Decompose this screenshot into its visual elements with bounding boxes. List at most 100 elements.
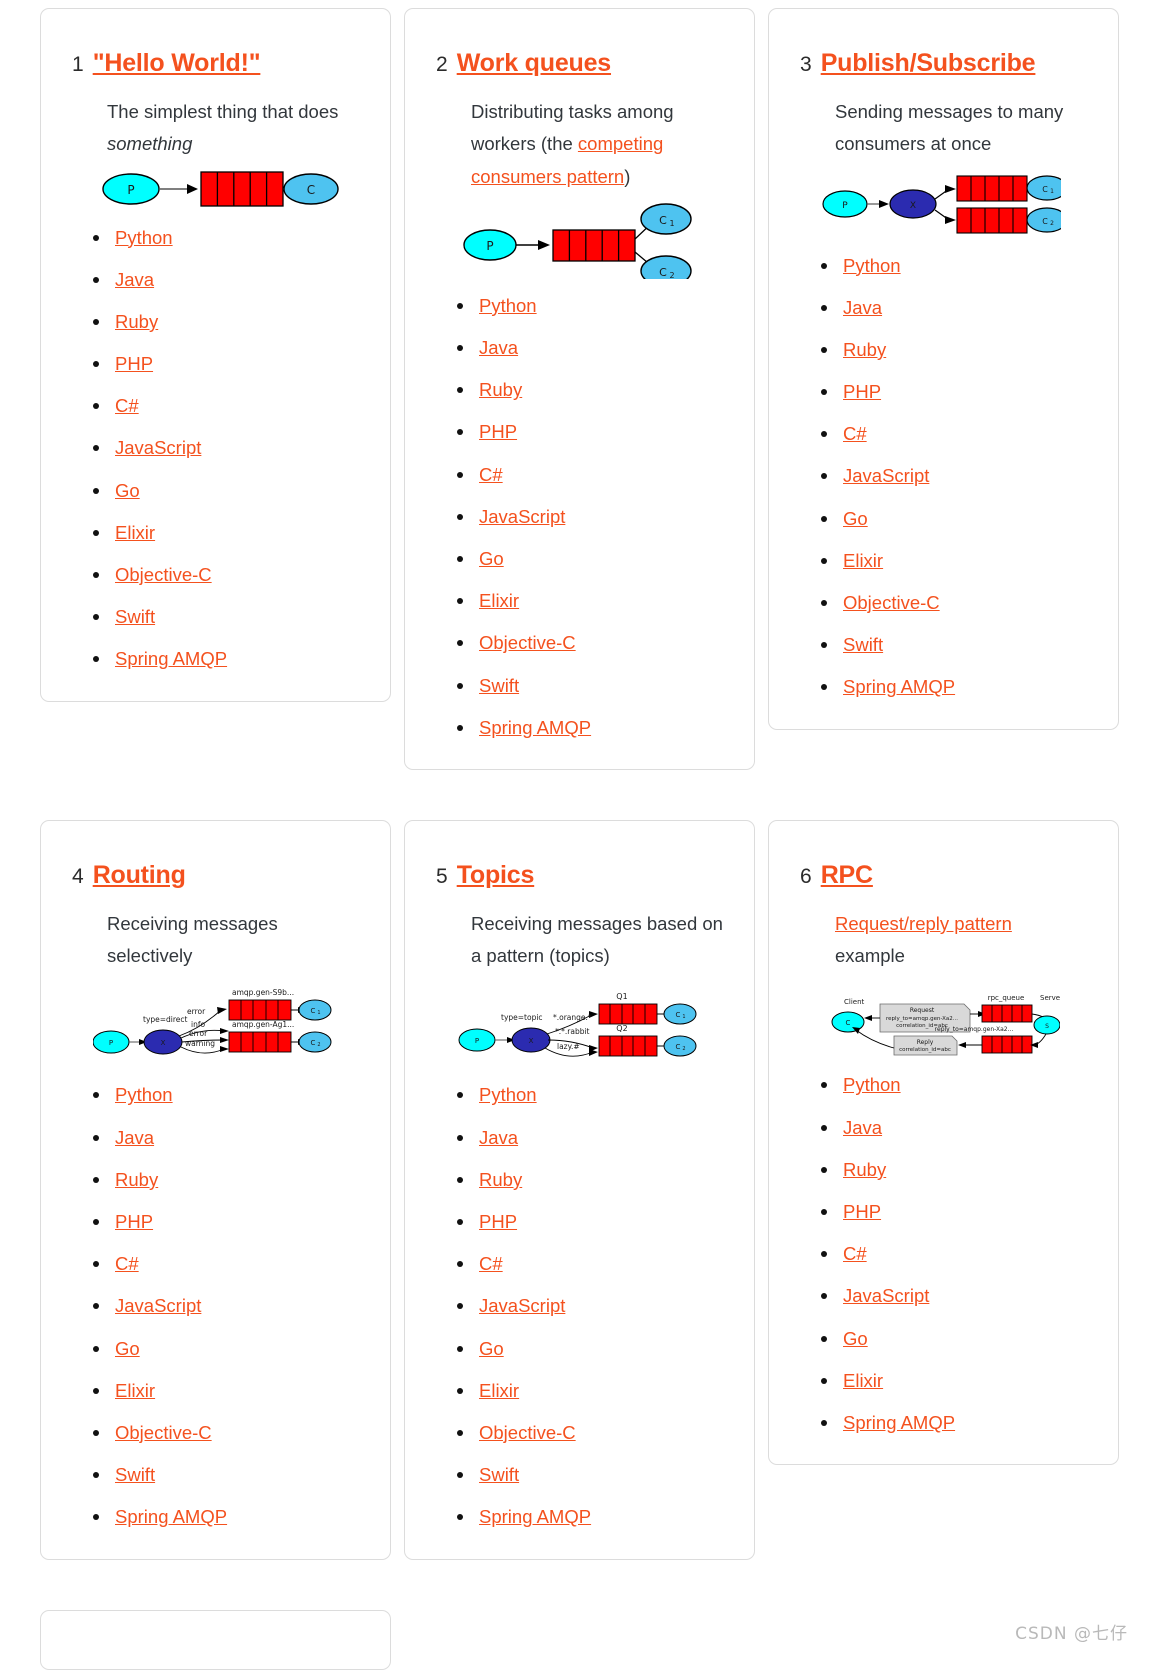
language-link-ruby[interactable]: Ruby	[843, 1159, 886, 1180]
language-link-swift[interactable]: Swift	[843, 634, 883, 655]
language-link-ruby[interactable]: Ruby	[115, 1169, 158, 1190]
language-link-swift[interactable]: Swift	[115, 1464, 155, 1485]
language-link-elixir[interactable]: Elixir	[843, 1370, 883, 1391]
card-title-link[interactable]: Work queues	[457, 49, 612, 78]
language-link-csharp[interactable]: C#	[843, 423, 867, 444]
list-item: Swift	[87, 1464, 366, 1486]
language-link-elixir[interactable]: Elixir	[479, 590, 519, 611]
language-link-spring-amqp[interactable]: Spring AMQP	[115, 1506, 227, 1527]
list-item: Java	[815, 297, 1094, 319]
language-link-objective-c[interactable]: Objective-C	[479, 1422, 576, 1443]
language-link-java[interactable]: Java	[479, 1127, 518, 1148]
language-link-ruby[interactable]: Ruby	[479, 1169, 522, 1190]
list-item: JavaScript	[87, 1295, 366, 1317]
card-title-link[interactable]: RPC	[821, 861, 873, 890]
card-title-link[interactable]: Publish/Subscribe	[821, 49, 1036, 78]
language-link-javascript[interactable]: JavaScript	[479, 506, 565, 527]
list-item: Python	[451, 295, 730, 317]
list-item: Ruby	[815, 1159, 1094, 1181]
language-link-swift[interactable]: Swift	[479, 1464, 519, 1485]
list-item: Ruby	[815, 339, 1094, 361]
language-link-go[interactable]: Go	[843, 1328, 868, 1349]
language-link-ruby[interactable]: Ruby	[479, 379, 522, 400]
language-link-ruby[interactable]: Ruby	[843, 339, 886, 360]
card-title-link[interactable]: Topics	[457, 861, 535, 890]
language-link-elixir[interactable]: Elixir	[115, 1380, 155, 1401]
queue-name-label: Q1	[616, 992, 627, 1001]
list-item: Go	[87, 480, 366, 502]
language-link-java[interactable]: Java	[479, 337, 518, 358]
client-label: Client	[844, 998, 865, 1006]
tutorial-card-rpc: 6 RPC Request/reply pattern example Clie…	[768, 819, 1119, 1466]
language-link-go[interactable]: Go	[843, 508, 868, 529]
list-item: C#	[451, 1253, 730, 1275]
svg-text:P: P	[127, 183, 134, 197]
card-title-link[interactable]: "Hello World!"	[93, 49, 261, 78]
list-item: Go	[815, 508, 1094, 530]
list-item: Elixir	[87, 1380, 366, 1402]
language-link-objective-c[interactable]: Objective-C	[479, 632, 576, 653]
language-link-php[interactable]: PHP	[115, 1211, 153, 1232]
language-link-java[interactable]: Java	[115, 269, 154, 290]
language-link-java[interactable]: Java	[115, 1127, 154, 1148]
language-link-csharp[interactable]: C#	[479, 464, 503, 485]
svg-text:*.*.rabbit: *.*.rabbit	[555, 1027, 590, 1036]
list-item: Elixir	[815, 550, 1094, 572]
language-link-php[interactable]: PHP	[843, 1201, 881, 1222]
language-link-python[interactable]: Python	[479, 1084, 537, 1105]
language-list: Python Java Ruby PHP C# JavaScript Go El…	[787, 1074, 1094, 1434]
list-item: Java	[451, 1127, 730, 1149]
tutorial-card-publish-subscribe: 3 Publish/Subscribe Sending messages to …	[768, 8, 1119, 730]
list-item: Go	[87, 1338, 366, 1360]
tutorial-card-grid: 1 "Hello World!" The simplest thing that…	[40, 8, 1123, 1670]
language-link-javascript[interactable]: JavaScript	[479, 1295, 565, 1316]
language-link-ruby[interactable]: Ruby	[115, 311, 158, 332]
request-reply-pattern-link[interactable]: Request/reply pattern	[835, 913, 1012, 934]
language-link-javascript[interactable]: JavaScript	[115, 1295, 201, 1316]
card-title-link[interactable]: Routing	[93, 861, 186, 890]
svg-text:2: 2	[669, 271, 674, 279]
language-link-go[interactable]: Go	[479, 1338, 504, 1359]
language-link-python[interactable]: Python	[479, 295, 537, 316]
language-link-csharp[interactable]: C#	[115, 395, 139, 416]
language-link-python[interactable]: Python	[115, 1084, 173, 1105]
language-link-csharp[interactable]: C#	[479, 1253, 503, 1274]
list-item: PHP	[451, 421, 730, 443]
list-item: Spring AMQP	[815, 1412, 1094, 1434]
language-link-php[interactable]: PHP	[479, 421, 517, 442]
language-link-javascript[interactable]: JavaScript	[843, 1285, 929, 1306]
language-link-objective-c[interactable]: Objective-C	[843, 592, 940, 613]
language-link-spring-amqp[interactable]: Spring AMQP	[843, 676, 955, 697]
language-link-objective-c[interactable]: Objective-C	[115, 564, 212, 585]
language-link-spring-amqp[interactable]: Spring AMQP	[843, 1412, 955, 1433]
language-link-php[interactable]: PHP	[115, 353, 153, 374]
language-link-go[interactable]: Go	[115, 1338, 140, 1359]
language-link-swift[interactable]: Swift	[479, 675, 519, 696]
language-link-java[interactable]: Java	[843, 1117, 882, 1138]
list-item: Swift	[815, 634, 1094, 656]
language-link-python[interactable]: Python	[115, 227, 173, 248]
language-link-elixir[interactable]: Elixir	[479, 1380, 519, 1401]
language-link-java[interactable]: Java	[843, 297, 882, 318]
language-link-spring-amqp[interactable]: Spring AMQP	[115, 648, 227, 669]
language-link-php[interactable]: PHP	[479, 1211, 517, 1232]
language-link-objective-c[interactable]: Objective-C	[115, 1422, 212, 1443]
language-link-go[interactable]: Go	[479, 548, 504, 569]
reply-to-label: reply_to=amqp.gen-Xa2...	[934, 1026, 1013, 1033]
language-link-php[interactable]: PHP	[843, 381, 881, 402]
list-item: PHP	[815, 381, 1094, 403]
language-link-python[interactable]: Python	[843, 1074, 901, 1095]
language-link-python[interactable]: Python	[843, 255, 901, 276]
language-link-go[interactable]: Go	[115, 480, 140, 501]
svg-text:1: 1	[317, 1010, 320, 1016]
language-link-csharp[interactable]: C#	[115, 1253, 139, 1274]
language-link-csharp[interactable]: C#	[843, 1243, 867, 1264]
language-link-elixir[interactable]: Elixir	[843, 550, 883, 571]
language-link-javascript[interactable]: JavaScript	[115, 437, 201, 458]
language-link-swift[interactable]: Swift	[115, 606, 155, 627]
language-link-spring-amqp[interactable]: Spring AMQP	[479, 1506, 591, 1527]
language-link-spring-amqp[interactable]: Spring AMQP	[479, 717, 591, 738]
language-link-elixir[interactable]: Elixir	[115, 522, 155, 543]
list-item: JavaScript	[815, 465, 1094, 487]
language-link-javascript[interactable]: JavaScript	[843, 465, 929, 486]
